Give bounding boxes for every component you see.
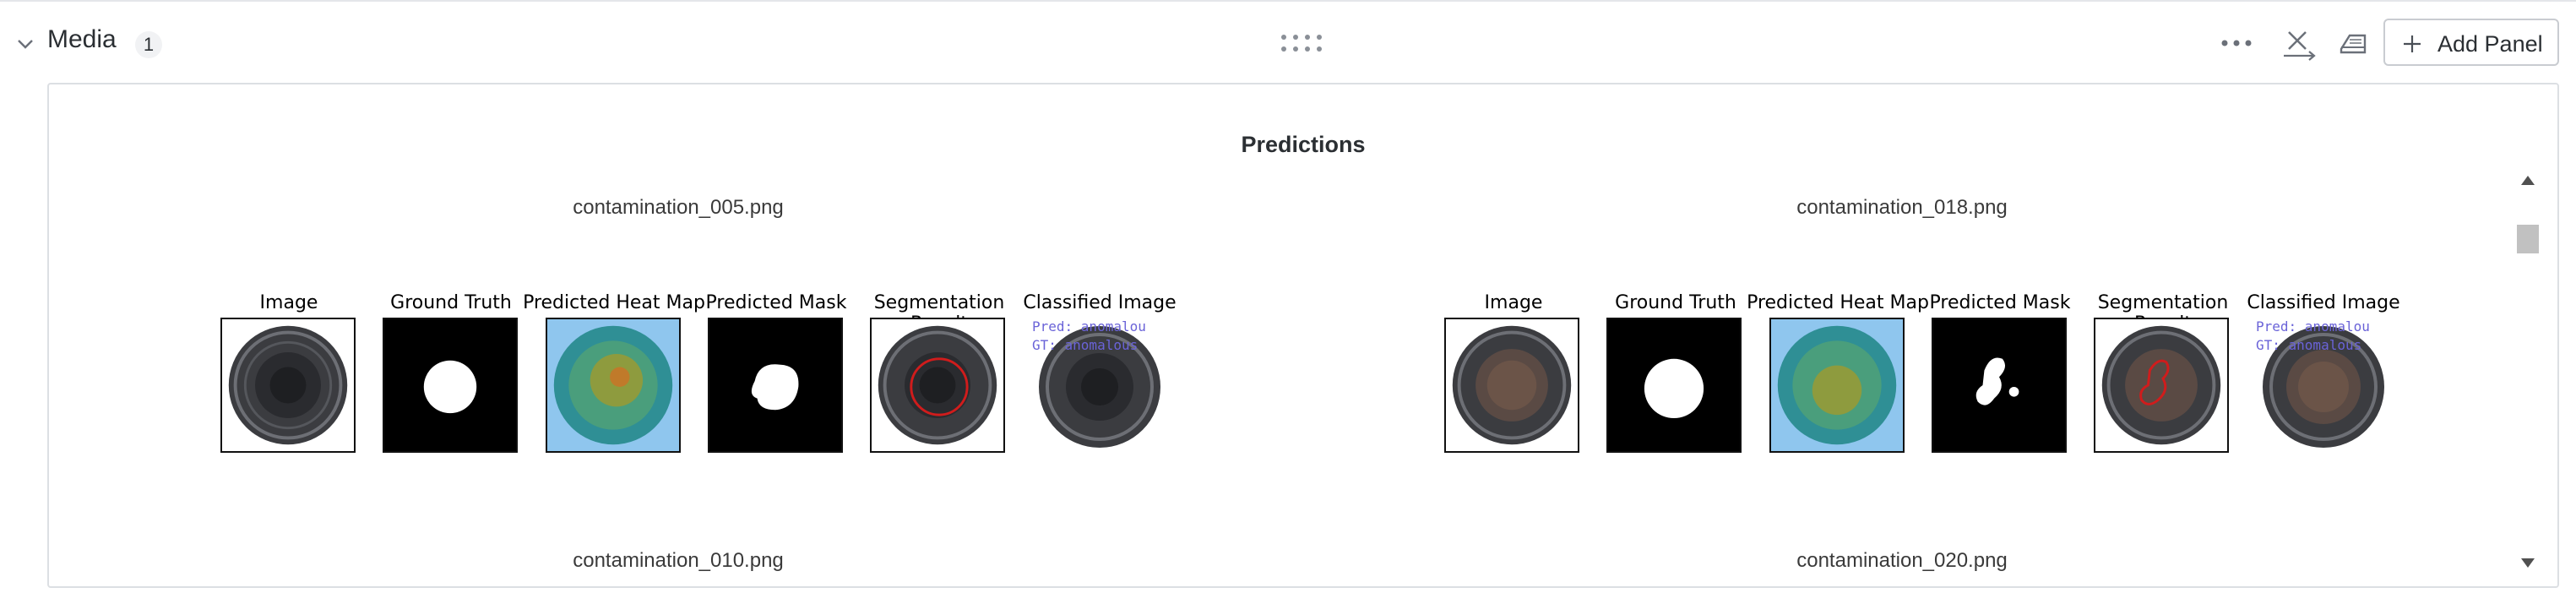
scroll-up-icon[interactable]	[2520, 174, 2535, 186]
chevron-down-icon[interactable]	[15, 34, 35, 54]
column-label-heatmap: Predicted Heat Map	[523, 292, 705, 313]
vertical-scrollbar[interactable]	[2514, 174, 2542, 569]
classified-gt-label: GT: anomalous	[1032, 337, 1139, 353]
predictions-panel: Predictions contamination_005.png Image …	[47, 83, 2559, 588]
count-badge: 1	[135, 31, 162, 58]
ground-truth-mask[interactable]	[1606, 318, 1742, 453]
column-label-classified: Classified Image	[2247, 292, 2400, 313]
sample-image[interactable]	[1444, 318, 1579, 453]
scroll-down-icon[interactable]	[2520, 558, 2535, 569]
classified-gt-label: GT: anomalous	[2256, 337, 2362, 353]
column-label-image: Image	[259, 292, 318, 313]
segmentation-result[interactable]	[2094, 318, 2229, 453]
add-panel-label: Add Panel	[2437, 31, 2543, 57]
predicted-mask[interactable]	[708, 318, 843, 453]
sample-filename: contamination_020.png	[1796, 549, 2008, 572]
sample-filename: contamination_005.png	[573, 196, 784, 219]
section-header: Media 1 Add Panel	[0, 0, 2576, 84]
more-icon[interactable]	[2220, 35, 2253, 51]
classified-pred-label: Pred: anomalou	[1032, 318, 1146, 335]
add-panel-button[interactable]: Add Panel	[2383, 19, 2559, 66]
column-label-classified: Classified Image	[1023, 292, 1177, 313]
sample-filename: contamination_018.png	[1796, 196, 2008, 219]
drag-handle-icon[interactable]	[1280, 32, 1327, 54]
predicted-heat-map[interactable]	[1769, 318, 1905, 453]
plus-icon	[2404, 35, 2421, 52]
column-label-mask: Predicted Mask	[1929, 292, 2071, 313]
scroll-thumb[interactable]	[2517, 225, 2539, 253]
sample-filename: contamination_010.png	[573, 549, 784, 572]
predicted-heat-map[interactable]	[546, 318, 681, 453]
column-label-heatmap: Predicted Heat Map	[1747, 292, 1929, 313]
column-label-ground-truth: Ground Truth	[390, 292, 512, 313]
function-icon[interactable]	[2280, 25, 2319, 63]
section-title[interactable]: Media	[47, 25, 117, 54]
panel-title: Predictions	[1241, 132, 1366, 157]
column-label-mask: Predicted Mask	[705, 292, 847, 313]
segmentation-result[interactable]	[870, 318, 1005, 453]
column-label-ground-truth: Ground Truth	[1615, 292, 1736, 313]
sample-image[interactable]	[220, 318, 356, 453]
eraser-icon[interactable]	[2336, 29, 2370, 59]
ground-truth-mask[interactable]	[383, 318, 518, 453]
classified-pred-label: Pred: anomalou	[2256, 318, 2370, 335]
column-label-image: Image	[1484, 292, 1543, 313]
predicted-mask[interactable]	[1932, 318, 2067, 453]
